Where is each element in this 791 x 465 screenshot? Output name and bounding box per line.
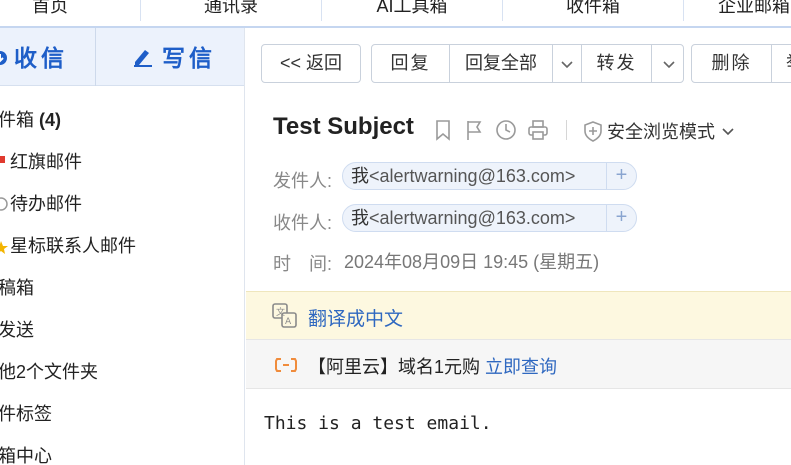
star-icon	[0, 241, 8, 254]
chevron-down-icon	[561, 61, 573, 69]
pencil-icon	[134, 50, 152, 67]
to-address: <alertwarning@163.com>	[369, 208, 576, 228]
folder-todo[interactable]: 待办邮件	[0, 188, 82, 220]
tab-contacts[interactable]: 通讯录	[141, 0, 322, 21]
compose-label: 写信	[162, 45, 216, 71]
folder-flagged[interactable]: 红旗邮件	[0, 146, 82, 178]
translate-bar: 文 A 翻译成中文	[246, 291, 791, 339]
chevron-down-icon	[662, 61, 675, 69]
ad-bar: 【阿里云】域名1元购 立即查询	[246, 339, 791, 389]
back-button[interactable]: << 返回	[261, 44, 361, 83]
flag-icon[interactable]	[463, 119, 485, 141]
sidebar: 收信 写信 件箱 (4) 红旗邮件 待办邮件 星标联系人邮件 稿箱 发送 他2个…	[0, 28, 245, 465]
receive-label: 收信	[14, 45, 68, 71]
folder-label: 红旗邮件	[10, 152, 82, 172]
reply-button[interactable]: 回复	[372, 45, 450, 82]
ad-text-container: 【阿里云】域名1元购 立即查询	[308, 353, 557, 379]
compose-divider	[95, 28, 96, 86]
from-chip[interactable]: 我<alertwarning@163.com> +	[342, 162, 637, 190]
add-contact-button[interactable]: +	[606, 205, 636, 231]
svg-text:A: A	[285, 317, 292, 327]
aliyun-logo-icon	[275, 358, 297, 372]
delete-button[interactable]: 删除	[692, 45, 772, 82]
folder-inbox[interactable]: 件箱 (4)	[0, 104, 61, 136]
to-chip[interactable]: 我<alertwarning@163.com> +	[342, 204, 637, 232]
folder-drafts[interactable]: 稿箱	[0, 272, 34, 304]
safe-mode-toggle[interactable]: 安全浏览模式	[583, 118, 734, 144]
compose-row: 收信 写信	[0, 28, 244, 86]
from-label: 发件人:	[273, 171, 333, 191]
bookmark-icon[interactable]	[432, 119, 454, 141]
ad-text: 【阿里云】域名1元购	[308, 357, 481, 377]
safe-mode-label: 安全浏览模式	[607, 122, 715, 142]
svg-text:文: 文	[276, 306, 285, 318]
top-nav: 首页 通讯录 AI工具箱 收件箱 企业邮箱	[0, 0, 791, 28]
to-label: 收件人:	[273, 213, 333, 233]
print-icon[interactable]	[527, 119, 549, 141]
time-label: 时 间:	[273, 254, 333, 274]
reply-all-button[interactable]: 回复全部	[450, 45, 553, 82]
compose-button[interactable]: 写信	[132, 28, 216, 86]
reply-all-dropdown[interactable]	[553, 45, 582, 82]
folder-label: 待办邮件	[10, 194, 82, 214]
clock-icon	[0, 197, 8, 211]
reply-group: 回复 回复全部 转发	[371, 44, 684, 83]
email-subject: Test Subject	[273, 113, 414, 140]
translate-icon: 文 A	[272, 303, 297, 328]
receive-button[interactable]: 收信	[0, 28, 68, 86]
tab-inbox[interactable]: 收件箱	[503, 0, 684, 21]
folder-sent[interactable]: 发送	[0, 314, 34, 346]
chevron-down-icon	[722, 128, 734, 136]
from-address: <alertwarning@163.com>	[369, 166, 576, 186]
folder-center[interactable]: 箱中心	[0, 440, 52, 465]
translate-link[interactable]: 翻译成中文	[308, 304, 403, 331]
time-value: 2024年08月09日 19:45 (星期五)	[344, 252, 600, 272]
delete-group: 删除 举	[691, 44, 791, 83]
tab-home[interactable]: 首页	[0, 0, 141, 21]
shield-icon	[584, 121, 602, 142]
folder-tags[interactable]: 件标签	[0, 398, 52, 430]
forward-button[interactable]: 转发	[582, 45, 652, 82]
to-name: 我	[351, 208, 369, 228]
ad-link[interactable]: 立即查询	[485, 357, 557, 377]
tab-enterprise-mail[interactable]: 企业邮箱	[684, 0, 791, 21]
forward-dropdown[interactable]	[652, 45, 683, 82]
red-flag-icon	[0, 156, 5, 163]
receive-icon	[0, 51, 7, 65]
clock-icon[interactable]	[495, 119, 517, 141]
email-body: This is a test email.	[264, 413, 492, 434]
from-name: 我	[351, 166, 369, 186]
toolbar: << 返回 回复 回复全部 转发 删除 举	[246, 28, 791, 98]
unread-count: (4)	[39, 110, 62, 130]
folder-label: 星标联系人邮件	[10, 236, 136, 256]
folder-other[interactable]: 他2个文件夹	[0, 356, 98, 388]
report-button[interactable]: 举	[772, 45, 791, 82]
header-separator	[566, 120, 567, 140]
folder-starred-contacts[interactable]: 星标联系人邮件	[0, 230, 136, 262]
folder-label: 件箱	[0, 110, 34, 130]
tab-ai-tools[interactable]: AI工具箱	[322, 0, 503, 21]
add-contact-button[interactable]: +	[606, 163, 636, 189]
